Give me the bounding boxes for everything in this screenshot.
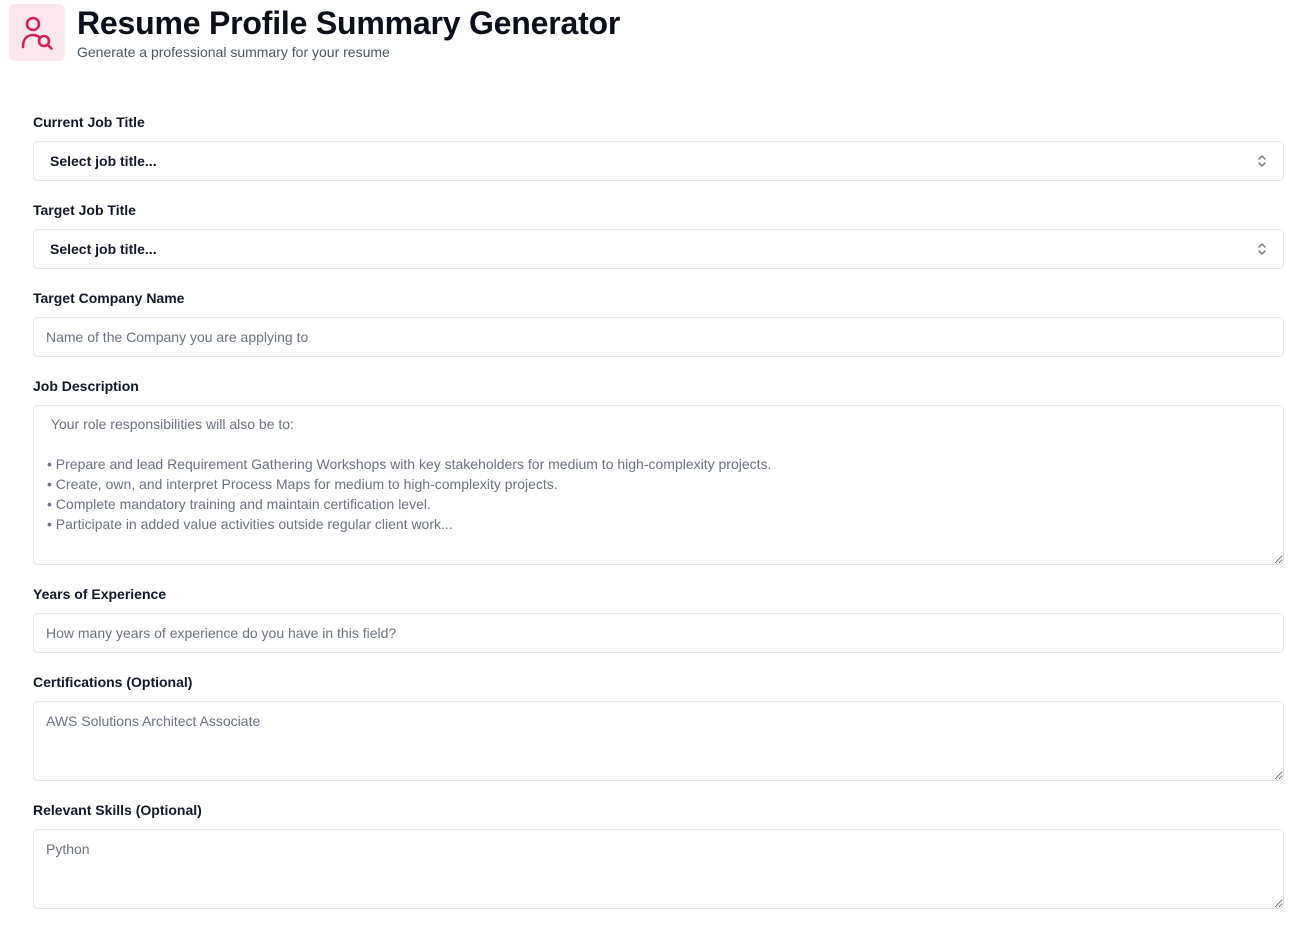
skills-field: Relevant Skills (Optional) xyxy=(33,800,1284,909)
skills-label: Relevant Skills (Optional) xyxy=(33,802,202,818)
chevron-up-down-icon xyxy=(1257,154,1267,168)
job-description-label: Job Description xyxy=(33,378,139,394)
target-job-title-select[interactable]: Select job title... xyxy=(33,229,1284,269)
chevron-up-down-icon xyxy=(1257,242,1267,256)
user-search-icon xyxy=(9,4,65,61)
target-company-input[interactable] xyxy=(33,317,1284,357)
page-subtitle: Generate a professional summary for your… xyxy=(77,44,390,60)
years-experience-label: Years of Experience xyxy=(33,586,167,602)
summary-form: Current Job Title Select job title... Ta… xyxy=(33,112,1284,928)
current-job-title-field: Current Job Title Select job title... xyxy=(33,112,1284,181)
page-title: Resume Profile Summary Generator xyxy=(77,5,621,41)
target-job-title-field: Target Job Title Select job title... xyxy=(33,200,1284,269)
job-description-textarea[interactable] xyxy=(33,405,1284,565)
certifications-field: Certifications (Optional) xyxy=(33,672,1284,781)
target-job-title-label: Target Job Title xyxy=(33,202,136,218)
years-experience-field: Years of Experience xyxy=(33,584,1284,653)
certifications-label: Certifications (Optional) xyxy=(33,674,193,690)
current-job-title-label: Current Job Title xyxy=(33,114,145,130)
page-header: Resume Profile Summary Generator Generat… xyxy=(9,4,620,61)
target-job-title-value: Select job title... xyxy=(50,241,157,257)
target-company-label: Target Company Name xyxy=(33,290,185,306)
job-description-field: Job Description xyxy=(33,376,1284,565)
current-job-title-select[interactable]: Select job title... xyxy=(33,141,1284,181)
target-company-field: Target Company Name xyxy=(33,288,1284,357)
skills-textarea[interactable] xyxy=(33,829,1284,909)
certifications-textarea[interactable] xyxy=(33,701,1284,781)
current-job-title-value: Select job title... xyxy=(50,153,157,169)
years-experience-input[interactable] xyxy=(33,613,1284,653)
